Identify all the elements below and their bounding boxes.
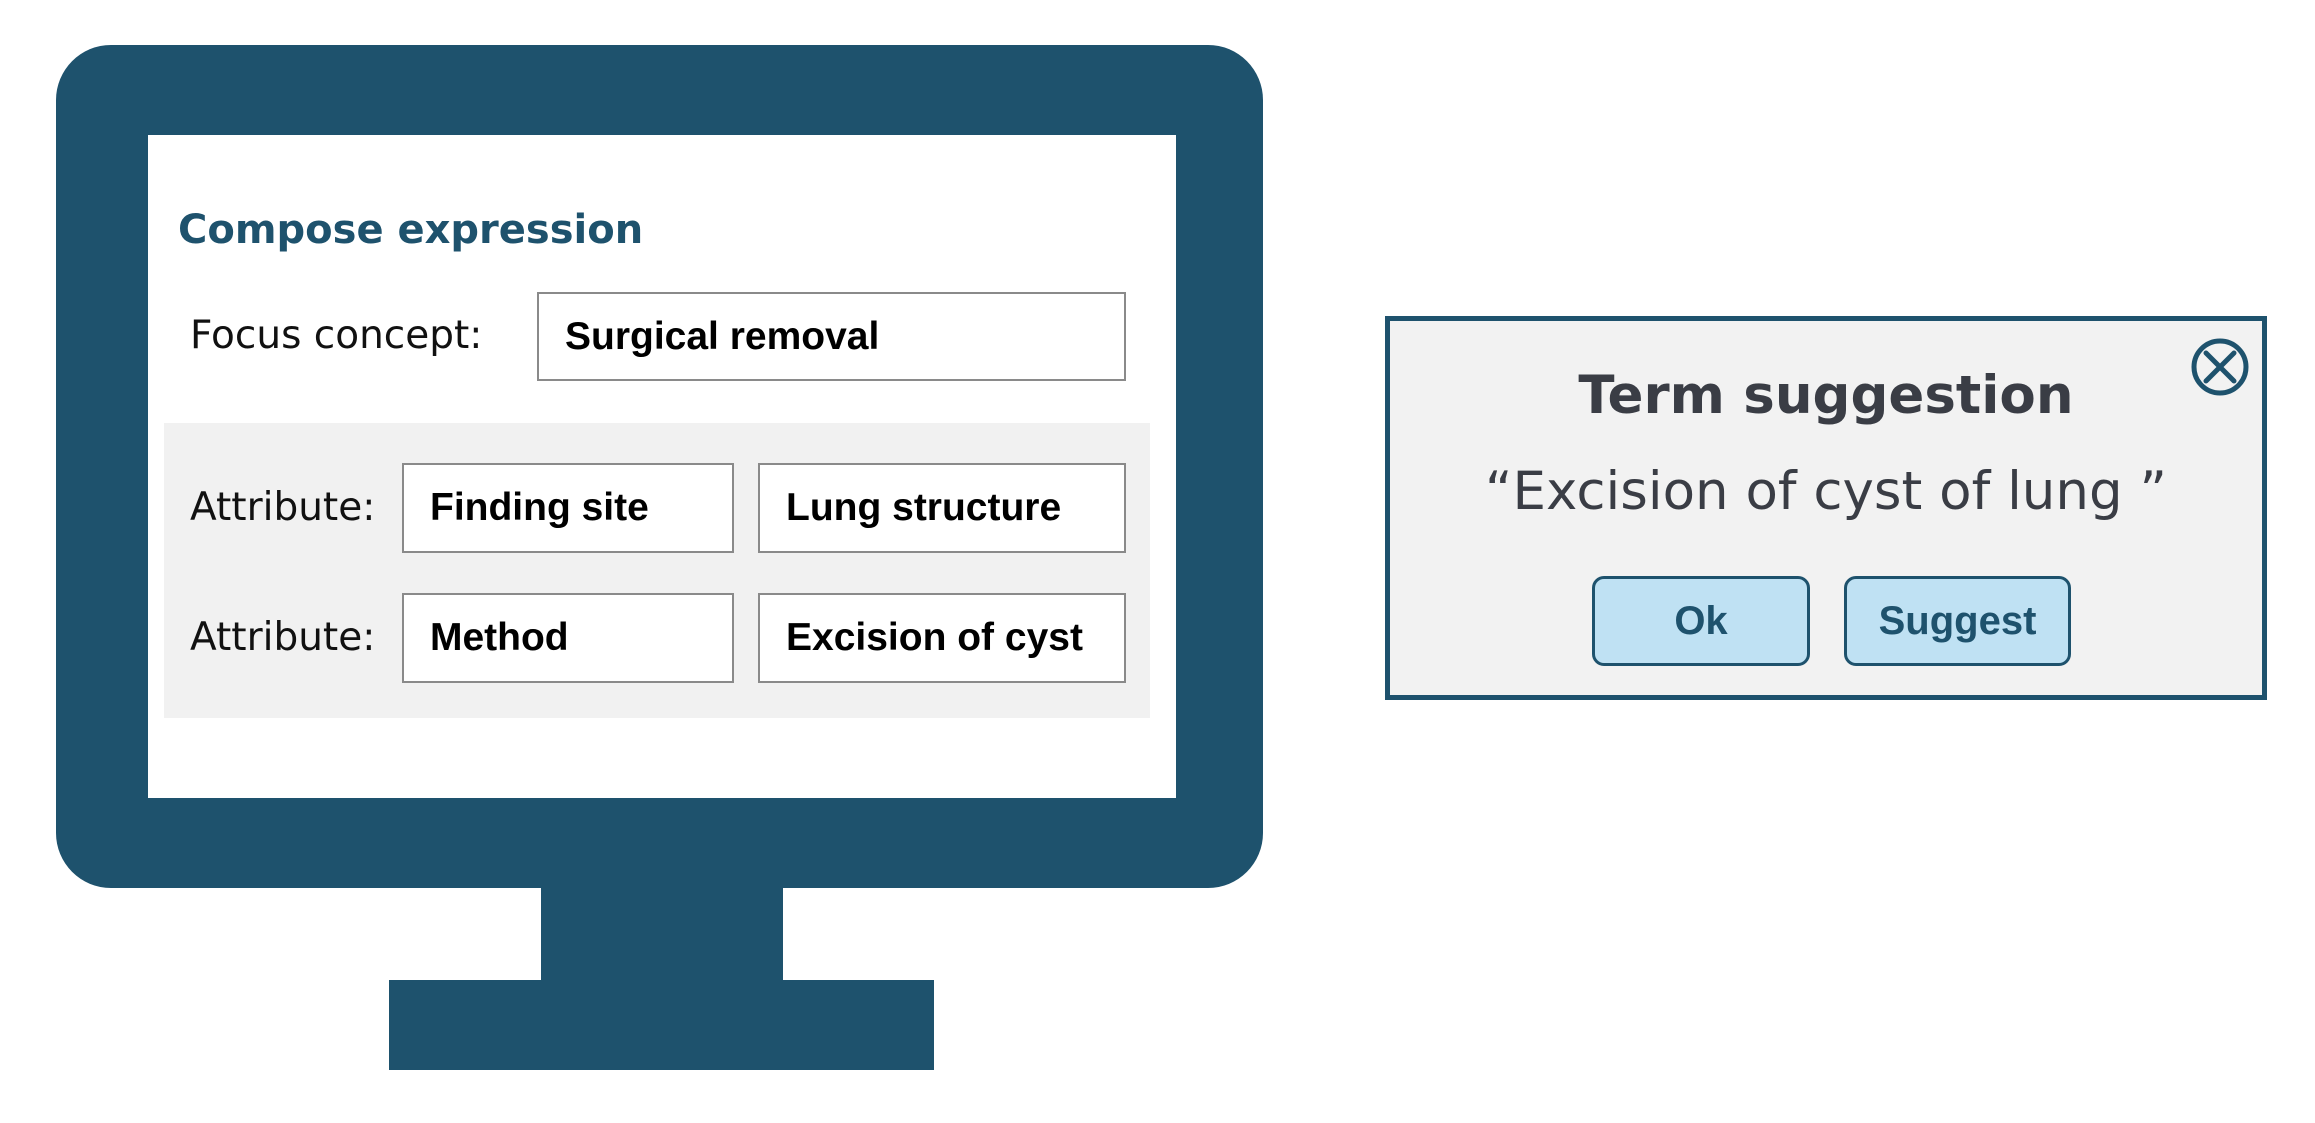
attribute-value-field[interactable]: Excision of cyst [758,593,1126,683]
focus-concept-field[interactable]: Surgical removal [537,292,1126,381]
attribute-value-field[interactable]: Lung structure [758,463,1126,553]
ok-button[interactable]: Ok [1592,576,1810,666]
compose-expression-screen: Compose expression Focus concept: Surgic… [148,135,1176,798]
monitor-neck [541,885,783,985]
focus-concept-label: Focus concept: [190,313,483,358]
attribute-label: Attribute: [190,485,376,530]
close-icon[interactable] [2190,337,2250,397]
suggest-button[interactable]: Suggest [1844,576,2071,666]
suggested-term: “Excision of cyst of lung ” [1485,461,2167,522]
attribute-name-field[interactable]: Method [402,593,734,683]
compose-title: Compose expression [178,207,644,253]
attribute-name-field[interactable]: Finding site [402,463,734,553]
term-suggestion-dialog: Term suggestion “Excision of cyst of lun… [1385,316,2267,700]
monitor-base [389,980,934,1070]
attribute-label: Attribute: [190,615,376,660]
dialog-title: Term suggestion [1578,365,2074,426]
